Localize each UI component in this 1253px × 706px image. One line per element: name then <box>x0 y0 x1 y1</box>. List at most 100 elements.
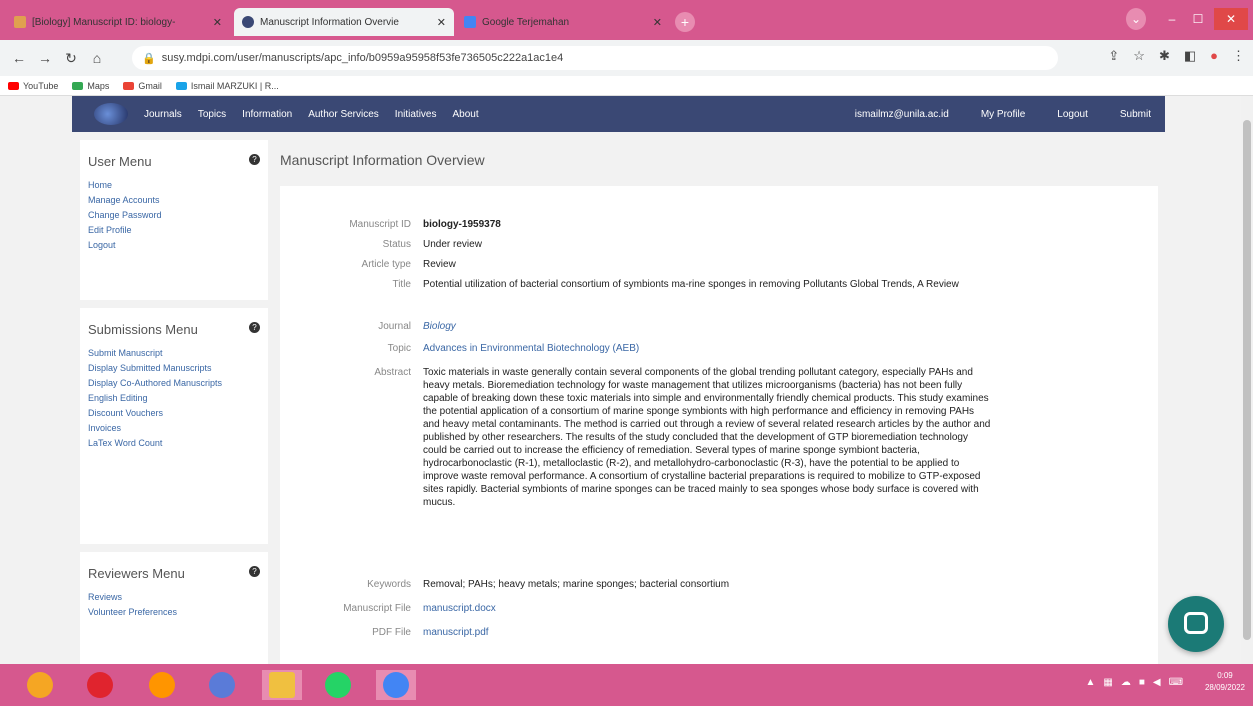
os-taskbar: ▲ ▦ ☁ ■ ◀ ⌨ 0:09 28/09/2022 <box>0 664 1253 706</box>
home-icon[interactable]: ⌂ <box>84 50 110 66</box>
close-icon[interactable]: ✕ <box>207 16 222 29</box>
back-icon[interactable]: ← <box>6 50 32 66</box>
nav-submit[interactable]: Submit <box>1120 109 1151 120</box>
volume-icon[interactable]: ◀ <box>1153 677 1161 688</box>
nav-user-email[interactable]: ismailmz@unila.ac.id <box>855 109 949 120</box>
tab-biology[interactable]: [Biology] Manuscript ID: biology- ✕ <box>6 8 230 36</box>
whatsapp-icon[interactable] <box>318 670 358 700</box>
bookmark-youtube[interactable]: YouTube <box>8 81 58 91</box>
new-tab-button[interactable]: + <box>675 12 695 32</box>
scrollbar-thumb[interactable] <box>1243 120 1251 640</box>
bookmark-maps[interactable]: Maps <box>72 81 109 91</box>
submissions-menu-panel: Submissions Menu? Submit Manuscript Disp… <box>80 308 268 544</box>
field-topic: Topic Advances in Environmental Biotechn… <box>280 342 1040 355</box>
topic-link[interactable]: Advances in Environmental Biotechnology … <box>423 342 1040 355</box>
field-journal: Journal Biology <box>280 320 1040 333</box>
submissions-menu-title[interactable]: Submissions Menu? <box>80 308 268 345</box>
system-clock[interactable]: 0:09 28/09/2022 <box>1205 670 1245 694</box>
field-manuscript-id: Manuscript ID biology-1959378 <box>349 219 501 230</box>
field-abstract: Abstract Toxic materials in waste genera… <box>374 367 991 508</box>
close-icon[interactable]: ✕ <box>647 16 662 29</box>
chat-icon <box>1184 612 1208 634</box>
nav-author-services[interactable]: Author Services <box>308 109 379 120</box>
share-icon[interactable]: ⇪ <box>1108 48 1119 64</box>
nav-about[interactable]: About <box>452 109 478 120</box>
sidebar-item-edit-profile[interactable]: Edit Profile <box>88 224 260 237</box>
forward-icon[interactable]: → <box>32 50 58 66</box>
mdpi-logo[interactable] <box>94 103 128 125</box>
nav-my-profile[interactable]: My Profile <box>981 109 1025 120</box>
field-article-type: Article type Review <box>361 259 456 270</box>
help-icon[interactable]: ? <box>249 566 260 577</box>
extensions-icon[interactable]: ✱ <box>1159 48 1170 64</box>
profile-avatar-icon[interactable]: ● <box>1210 48 1218 64</box>
reviewers-menu-panel: Reviewers Menu? Reviews Volunteer Prefer… <box>80 552 268 664</box>
bookmarks-bar: YouTube Maps Gmail Ismail MARZUKI | R... <box>0 76 1253 96</box>
warning-icon[interactable]: ▲ <box>1085 677 1095 688</box>
window-close-icon[interactable]: ✕ <box>1214 8 1248 30</box>
sidebar-item-invoices[interactable]: Invoices <box>88 422 260 435</box>
user-menu-title[interactable]: User Menu? <box>80 140 268 177</box>
address-input[interactable]: 🔒 susy.mdpi.com/user/manuscripts/apc_inf… <box>132 46 1058 70</box>
lock-icon: 🔒 <box>142 52 156 65</box>
sidebar-item-change-password[interactable]: Change Password <box>88 209 260 222</box>
sidebar-item-english-editing[interactable]: English Editing <box>88 392 260 405</box>
onedrive-icon[interactable]: ☁ <box>1121 677 1131 688</box>
opera-icon[interactable] <box>80 670 120 700</box>
reload-icon[interactable]: ↻ <box>58 50 84 67</box>
browser-tab-bar: [Biology] Manuscript ID: biology- ✕ Manu… <box>0 0 1253 40</box>
save-icon[interactable]: ■ <box>1139 677 1145 688</box>
bookmark-star-icon[interactable]: ☆ <box>1133 48 1145 64</box>
user-menu-panel: User Menu? Home Manage Accounts Change P… <box>80 140 268 300</box>
help-icon[interactable]: ? <box>249 322 260 333</box>
youtube-icon <box>8 81 19 90</box>
pdf-file-link[interactable]: manuscript.pdf <box>423 626 1040 639</box>
tab-manuscript-overview[interactable]: Manuscript Information Overvie ✕ <box>234 8 454 36</box>
field-keywords: Keywords Removal; PAHs; heavy metals; ma… <box>367 579 730 590</box>
nav-journals[interactable]: Journals <box>144 109 182 120</box>
manuscript-file-link[interactable]: manuscript.docx <box>423 602 1040 615</box>
firefox-icon[interactable] <box>142 670 182 700</box>
field-pdf-file: PDF File manuscript.pdf <box>280 626 1040 639</box>
sidebar-item-manage-accounts[interactable]: Manage Accounts <box>88 194 260 207</box>
chrome-icon[interactable] <box>376 670 416 700</box>
sidebar-item-home[interactable]: Home <box>88 179 260 192</box>
bookmark-icon <box>175 81 187 90</box>
maximize-icon[interactable]: ☐ <box>1186 8 1210 30</box>
journal-link[interactable]: Biology <box>423 320 1040 333</box>
page-title: Manuscript Information Overview <box>280 152 485 168</box>
sidebar-item-logout[interactable]: Logout <box>88 239 260 252</box>
reviewers-menu-title[interactable]: Reviewers Menu? <box>80 552 268 589</box>
search-app-icon[interactable] <box>202 670 242 700</box>
start-icon[interactable] <box>20 670 60 700</box>
tab-google-translate[interactable]: Google Terjemahan ✕ <box>456 8 670 36</box>
translate-icon <box>464 16 476 28</box>
menu-icon[interactable]: ⋮ <box>1232 48 1245 64</box>
chat-support-button[interactable] <box>1168 596 1224 652</box>
nav-information[interactable]: Information <box>242 109 292 120</box>
field-manuscript-file: Manuscript File manuscript.docx <box>280 602 1040 615</box>
address-toolbar: ← → ↻ ⌂ 🔒 susy.mdpi.com/user/manuscripts… <box>0 40 1253 76</box>
nav-initiatives[interactable]: Initiatives <box>395 109 437 120</box>
bookmark-profile[interactable]: Ismail MARZUKI | R... <box>175 81 279 91</box>
page-scrollbar[interactable] <box>1241 96 1253 664</box>
sidebar-item-display-coauthored[interactable]: Display Co-Authored Manuscripts <box>88 377 260 390</box>
bookmark-gmail[interactable]: Gmail <box>123 81 162 91</box>
sidebar-item-submit-manuscript[interactable]: Submit Manuscript <box>88 347 260 360</box>
nav-topics[interactable]: Topics <box>198 109 226 120</box>
sidebar-item-discount-vouchers[interactable]: Discount Vouchers <box>88 407 260 420</box>
nav-logout[interactable]: Logout <box>1057 109 1088 120</box>
sidebar-item-display-submitted[interactable]: Display Submitted Manuscripts <box>88 362 260 375</box>
explorer-icon[interactable] <box>262 670 302 700</box>
manuscript-info-card: Manuscript ID biology-1959378 Status Und… <box>280 186 1158 664</box>
profile-dropdown-icon[interactable]: ⌄ <box>1126 8 1146 30</box>
keyboard-icon[interactable]: ⌨ <box>1169 677 1183 688</box>
sidebar-item-volunteer-preferences[interactable]: Volunteer Preferences <box>88 606 260 619</box>
sidebar-item-latex-word-count[interactable]: LaTex Word Count <box>88 437 260 450</box>
sidepanel-icon[interactable]: ◧ <box>1184 48 1196 64</box>
close-icon[interactable]: ✕ <box>431 16 446 29</box>
network-icon[interactable]: ▦ <box>1103 677 1112 688</box>
help-icon[interactable]: ? <box>249 154 260 165</box>
sidebar-item-reviews[interactable]: Reviews <box>88 591 260 604</box>
minimize-icon[interactable]: – <box>1160 8 1184 30</box>
